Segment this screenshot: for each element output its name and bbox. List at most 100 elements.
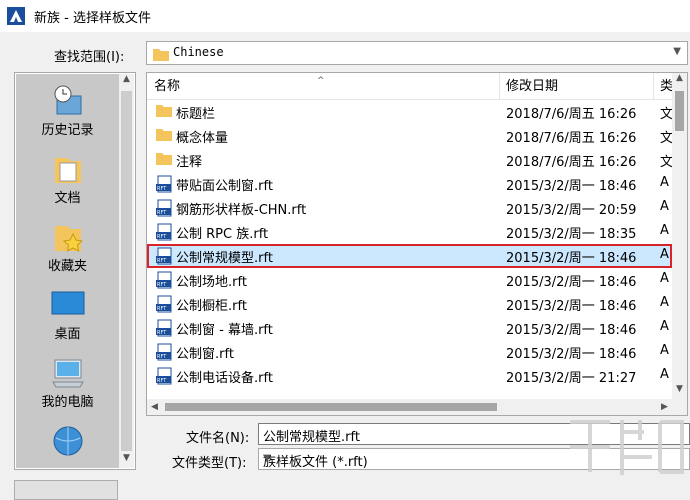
scroll-down-icon[interactable]: ▼ <box>119 453 134 468</box>
scroll-down-icon[interactable]: ▼ <box>672 384 687 399</box>
places-bar: 历史记录文档收藏夹桌面我的电脑 ▲ ▼ <box>14 72 136 470</box>
file-row[interactable]: RFT 公制窗.rft 2015/3/2/周一 18:46 A <box>147 340 672 364</box>
rft-file-icon: RFT <box>156 295 174 313</box>
favorites-icon <box>51 220 85 258</box>
svg-text:RFT: RFT <box>157 282 167 288</box>
computer-icon <box>51 356 85 394</box>
place-network[interactable] <box>16 416 119 468</box>
file-name: 钢筋形状样板-CHN.rft <box>176 203 307 218</box>
place-history[interactable]: 历史记录 <box>16 76 119 144</box>
scroll-thumb[interactable] <box>675 91 684 131</box>
file-type: A <box>660 271 669 286</box>
place-label: 我的电脑 <box>41 395 94 410</box>
file-row[interactable]: RFT 公制窗 - 幕墙.rft 2015/3/2/周一 18:46 A <box>147 316 672 340</box>
file-date: 2015/3/2/周一 18:46 <box>506 275 637 290</box>
file-list-vertical-scrollbar[interactable]: ▲ ▼ <box>672 73 687 399</box>
rft-file-icon: RFT <box>156 199 174 217</box>
file-type-label: 文件类型(T): <box>172 456 247 471</box>
file-date: 2015/3/2/周一 18:46 <box>506 347 637 362</box>
file-row[interactable]: RFT 带贴面公制窗.rft 2015/3/2/周一 18:46 A <box>147 172 672 196</box>
file-row[interactable]: RFT 公制电话设备.rft 2015/3/2/周一 21:27 A <box>147 364 672 388</box>
svg-text:RFT: RFT <box>157 258 167 264</box>
place-label: 文档 <box>54 191 81 206</box>
file-row[interactable]: 标题栏 2018/7/6/周五 16:26 文 <box>147 100 673 124</box>
file-type: A <box>660 199 669 214</box>
window-title: 新族 - 选择样板文件 <box>34 11 151 26</box>
file-name: 公制常规模型.rft <box>176 251 273 266</box>
file-row[interactable]: RFT 公制常规模型.rft 2015/3/2/周一 18:46 A <box>147 244 672 268</box>
svg-text:RFT: RFT <box>157 234 167 240</box>
file-date: 2018/7/6/周五 16:26 <box>506 155 637 170</box>
rft-file-icon: RFT <box>156 223 174 241</box>
file-type: A <box>660 223 669 238</box>
place-documents[interactable]: 文档 <box>16 144 119 212</box>
file-date: 2015/3/2/周一 18:46 <box>506 299 637 314</box>
rft-file-icon: RFT <box>156 343 174 361</box>
place-desktop[interactable]: 桌面 <box>16 280 119 348</box>
svg-text:RFT: RFT <box>157 186 167 192</box>
file-row[interactable]: 注释 2018/7/6/周五 16:26 文 <box>147 148 673 172</box>
file-name: 带贴面公制窗.rft <box>176 179 273 194</box>
column-date-header[interactable]: 修改日期 <box>499 73 653 99</box>
scroll-thumb[interactable] <box>121 91 132 451</box>
file-date: 2015/3/2/周一 18:46 <box>506 179 637 194</box>
place-favorites[interactable]: 收藏夹 <box>16 212 119 280</box>
file-row[interactable]: RFT 公制橱柜.rft 2015/3/2/周一 18:46 A <box>147 292 672 316</box>
file-type: A <box>660 175 669 190</box>
file-name: 公制橱柜.rft <box>176 299 247 314</box>
scroll-up-icon[interactable]: ▲ <box>672 73 687 88</box>
file-date: 2015/3/2/周一 18:46 <box>506 251 637 266</box>
place-computer[interactable]: 我的电脑 <box>16 348 119 416</box>
desktop-icon <box>51 288 85 326</box>
tools-button[interactable] <box>14 480 118 500</box>
look-in-value: Chinese <box>173 45 224 59</box>
rft-file-icon: RFT <box>156 367 174 385</box>
file-date: 2015/3/2/周一 20:59 <box>506 203 637 218</box>
file-date: 2018/7/6/周五 16:26 <box>506 131 637 146</box>
file-row[interactable]: 概念体量 2018/7/6/周五 16:26 文 <box>147 124 673 148</box>
file-type: A <box>660 343 669 358</box>
history-icon <box>51 84 85 122</box>
sort-ascending-icon: ^ <box>317 76 325 86</box>
documents-icon <box>51 152 85 190</box>
file-row[interactable]: RFT 钢筋形状样板-CHN.rft 2015/3/2/周一 20:59 A <box>147 196 672 220</box>
look-in-label: 查找范围(I): <box>54 50 125 65</box>
places-list: 历史记录文档收藏夹桌面我的电脑 <box>16 74 119 468</box>
file-date: 2015/3/2/周一 18:46 <box>506 323 637 338</box>
svg-text:RFT: RFT <box>157 210 167 216</box>
place-label: 桌面 <box>54 327 81 342</box>
file-type: A <box>660 367 669 382</box>
list-header: ^ 名称 修改日期 类 <box>147 73 673 100</box>
network-icon <box>51 424 85 462</box>
file-name: 公制 RPC 族.rft <box>176 227 269 242</box>
file-date: 2015/3/2/周一 18:35 <box>506 227 637 242</box>
rft-file-icon: RFT <box>156 319 174 337</box>
file-name: 概念体量 <box>176 131 229 146</box>
scroll-up-icon[interactable]: ▲ <box>119 74 134 89</box>
file-name: 标题栏 <box>176 107 216 122</box>
file-type: A <box>660 319 669 334</box>
svg-text:RFT: RFT <box>157 306 167 312</box>
scroll-thumb[interactable] <box>165 403 497 411</box>
svg-text:RFT: RFT <box>157 378 167 384</box>
file-name-label: 文件名(N): <box>186 431 250 446</box>
look-in-dropdown[interactable]: Chinese ▼ <box>146 41 688 65</box>
chevron-down-icon[interactable]: ▼ <box>673 46 681 57</box>
watermark-logo <box>570 420 684 475</box>
rft-file-icon: RFT <box>156 271 174 289</box>
place-label: 历史记录 <box>41 123 94 138</box>
svg-text:RFT: RFT <box>157 330 167 336</box>
column-name-header[interactable]: ^ 名称 <box>147 73 499 99</box>
file-type: A <box>660 247 669 262</box>
scroll-left-icon[interactable]: ◀ <box>147 399 162 415</box>
place-label: 收藏夹 <box>47 259 87 274</box>
places-scrollbar[interactable]: ▲ ▼ <box>119 74 134 468</box>
file-date: 2015/3/2/周一 21:27 <box>506 371 637 386</box>
file-row[interactable]: RFT 公制 RPC 族.rft 2015/3/2/周一 18:35 A <box>147 220 672 244</box>
folder-icon <box>156 151 174 169</box>
file-type: A <box>660 295 669 310</box>
file-list: ^ 名称 修改日期 类 标题栏 2018/7/6/周五 16:26 文概念体量 201… <box>146 72 688 416</box>
file-name: 公制窗 - 幕墙.rft <box>176 323 273 338</box>
file-name: 公制场地.rft <box>176 275 247 290</box>
file-row[interactable]: RFT 公制场地.rft 2015/3/2/周一 18:46 A <box>147 268 672 292</box>
